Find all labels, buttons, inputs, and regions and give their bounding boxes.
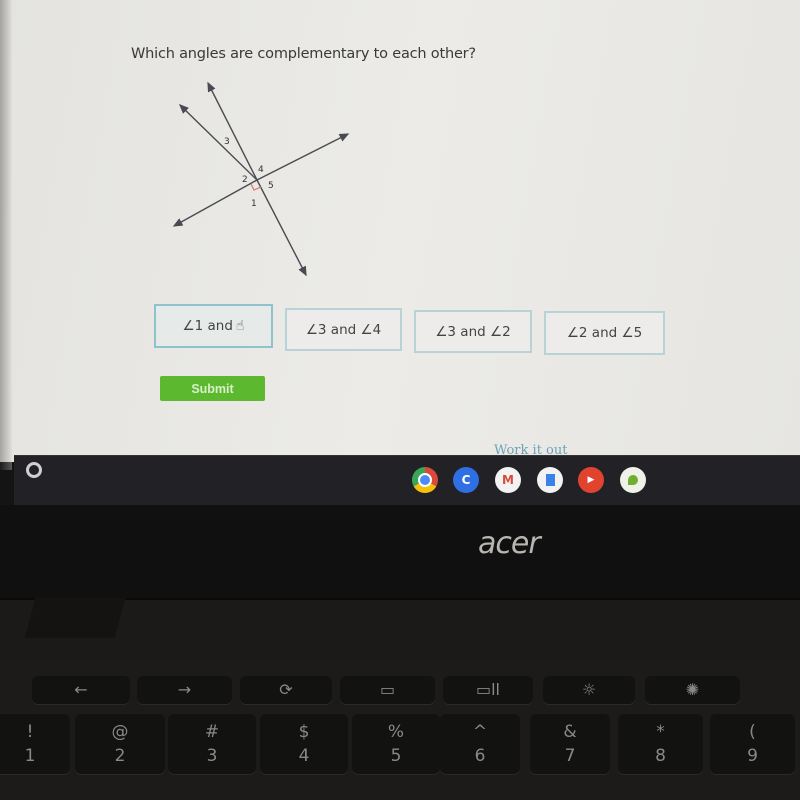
acer-logo: acer — [478, 526, 541, 561]
green-app-icon[interactable] — [620, 467, 646, 493]
key-brightness-down[interactable]: ☼ — [543, 676, 635, 704]
key-7[interactable]: & 7 — [530, 714, 610, 774]
key-sym: ^ — [472, 722, 488, 742]
choice-angle3-angle2[interactable]: ∠3 and ∠2 — [414, 310, 532, 353]
line-c-ext — [172, 179, 258, 227]
key-num: 3 — [206, 746, 218, 766]
key-sym: ! — [26, 722, 34, 742]
key-overview[interactable]: ▭ll — [443, 676, 533, 704]
angle-label-4: 4 — [258, 165, 264, 175]
chrome-icon[interactable] — [412, 467, 438, 493]
key-num: 6 — [474, 746, 486, 766]
docs-icon[interactable] — [537, 467, 563, 493]
hinge-notch — [24, 598, 126, 638]
key-num: 8 — [655, 746, 666, 766]
key-refresh[interactable]: ⟳ — [240, 676, 332, 704]
key-8[interactable]: * 8 — [618, 714, 703, 774]
key-fullscreen[interactable]: ▭ — [340, 676, 435, 704]
key-4[interactable]: $ 4 — [260, 714, 348, 774]
key-3[interactable]: # 3 — [168, 714, 256, 774]
key-sym: $ — [298, 722, 310, 742]
key-1[interactable]: ! 1 — [0, 714, 70, 774]
choice-angle2-angle5[interactable]: ∠2 and ∠5 — [544, 311, 665, 355]
choice-label: ∠3 and ∠4 — [305, 321, 382, 338]
key-sym: & — [563, 722, 577, 742]
laptop-bezel — [0, 505, 800, 600]
choice-label: ∠3 and ∠2 — [435, 323, 511, 340]
docs-glyph — [545, 474, 555, 486]
chrome-center — [418, 473, 432, 487]
angle-label-2: 2 — [242, 175, 248, 185]
line-a — [207, 81, 258, 181]
key-6[interactable]: ^ 6 — [440, 714, 520, 774]
key-forward[interactable]: → — [137, 676, 232, 704]
chromeos-shelf — [14, 455, 800, 506]
choice-angle1-angle5[interactable]: ∠1 and ☝ — [154, 304, 273, 348]
hand-cursor-icon: ☝ — [235, 318, 245, 334]
angle-label-3: 3 — [224, 137, 230, 147]
key-back[interactable]: ← — [32, 676, 130, 704]
key-num: 9 — [747, 746, 758, 766]
key-num: 2 — [114, 746, 126, 766]
choice-label: ∠2 and ∠5 — [566, 325, 643, 341]
key-num: 5 — [390, 746, 402, 766]
choice-label: ∠1 and — [182, 318, 233, 334]
key-sym: @ — [111, 722, 129, 742]
key-num: 4 — [298, 746, 310, 766]
question-text: Which angles are complementary to each o… — [131, 46, 476, 62]
line-b — [178, 104, 258, 181]
key-sym: % — [387, 722, 405, 742]
angle-label-5: 5 — [268, 181, 274, 191]
submit-button[interactable]: Submit — [160, 376, 265, 401]
screen-edge — [0, 0, 12, 470]
angle-label-1: 1 — [251, 199, 257, 209]
key-sym: ( — [749, 722, 756, 742]
angle-diagram: 3 4 2 5 1 — [172, 81, 350, 277]
line-c — [256, 133, 350, 181]
key-brightness-up[interactable]: ✺ — [645, 676, 740, 704]
key-sym: * — [656, 722, 665, 742]
key-num: 7 — [564, 746, 576, 766]
green-app-glyph — [628, 475, 638, 485]
screen — [0, 0, 800, 462]
choice-angle3-angle4[interactable]: ∠3 and ∠4 — [285, 308, 402, 351]
gmail-icon[interactable]: M — [495, 467, 521, 493]
key-sym: # — [204, 722, 220, 742]
key-2[interactable]: @ 2 — [75, 714, 165, 774]
youtube-icon[interactable]: ▶ — [578, 467, 604, 493]
line-a-ext — [256, 179, 307, 277]
key-9[interactable]: ( 9 — [710, 714, 795, 774]
key-5[interactable]: % 5 — [352, 714, 440, 774]
key-num: 1 — [24, 746, 36, 766]
c-app-icon[interactable]: C — [453, 467, 479, 493]
launcher-circle-icon[interactable] — [26, 462, 42, 478]
